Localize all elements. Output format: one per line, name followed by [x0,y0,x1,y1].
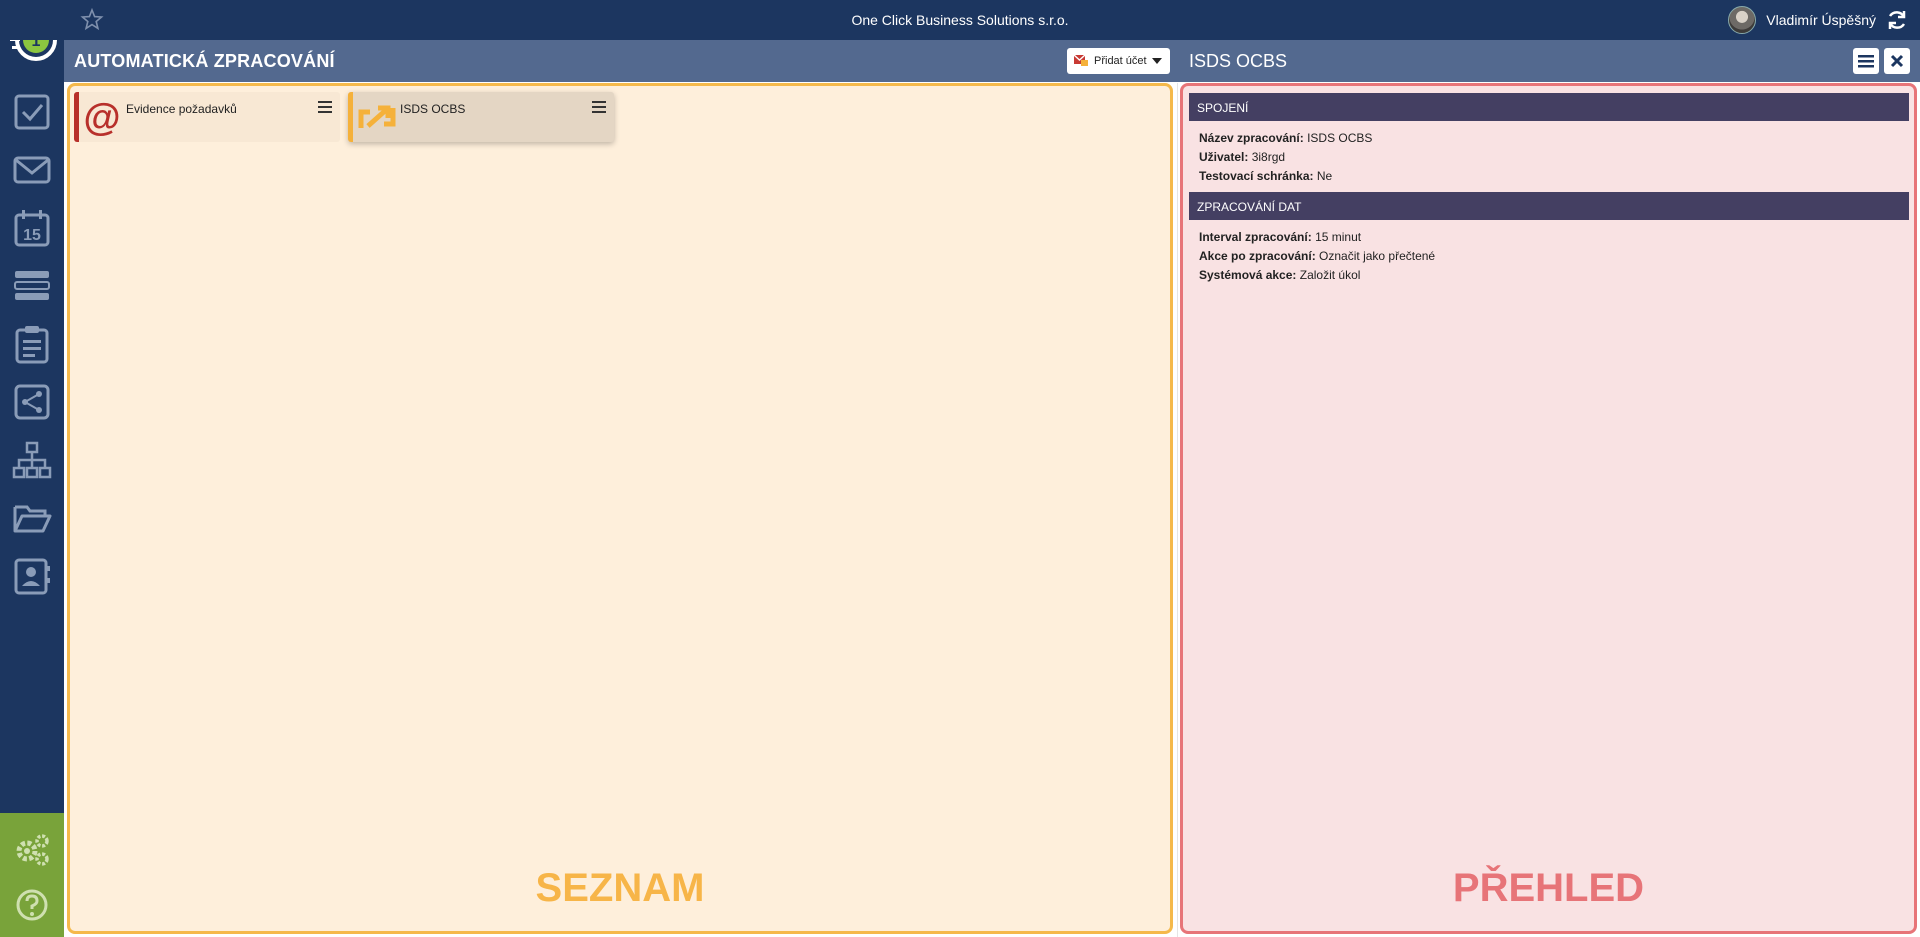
automation-list-panel: @ Evidence požadavků ISDS OCBS SEZNAM [67,83,1173,934]
section-connection-header: SPOJENÍ [1189,93,1909,121]
list-item-isds[interactable]: ISDS OCBS [348,92,614,142]
module-header: AUTOMATICKÁ ZPRACOVÁNÍ Přidat účet ISDS … [64,40,1920,82]
add-account-button[interactable]: Přidat účet [1067,48,1170,74]
clipboard-icon[interactable] [12,324,52,364]
field-user: Uživatel: 3i8rgd [1199,150,1286,164]
card-name: ISDS OCBS [400,102,466,116]
settings-gears-icon[interactable] [12,829,52,869]
refresh-icon[interactable] [1886,9,1908,31]
top-bar: One Click Business Solutions s.r.o. Vlad… [0,0,1920,40]
tasks-check-icon[interactable] [12,92,52,132]
card-menu-icon[interactable] [318,101,332,113]
user-menu[interactable]: Vladimír Úspěšný [1728,6,1876,34]
card-color-bar [74,92,79,142]
workflow-icon[interactable] [12,382,52,422]
card-name: Evidence požadavků [126,102,237,116]
add-account-label: Přidat účet [1094,55,1147,67]
close-icon [1890,54,1904,68]
field-interval: Interval zpracování: 15 minut [1199,230,1362,244]
records-list-icon[interactable] [12,266,52,306]
field-test-mailbox: Testovací schránka: Ne [1199,169,1333,183]
avatar [1728,6,1757,34]
sidebar: 1 15 [0,0,64,937]
section-data-processing-header: ZPRACOVÁNÍ DAT [1189,192,1909,220]
contacts-icon[interactable] [12,556,52,596]
company-name: One Click Business Solutions s.r.o. [851,12,1069,28]
at-sign-icon: @ [83,97,120,139]
list-watermark: SEZNAM [535,866,705,910]
card-color-bar [348,92,353,142]
folder-open-icon[interactable] [12,498,52,538]
mail-icon[interactable] [12,150,52,190]
detail-watermark: PŘEHLED [1452,866,1645,910]
page-title: AUTOMATICKÁ ZPRACOVÁNÍ [74,51,335,71]
org-chart-icon[interactable] [12,440,52,480]
list-item-evidence[interactable]: @ Evidence požadavků [74,92,340,142]
isds-arrow-icon [358,100,396,134]
close-detail-button[interactable] [1884,48,1910,74]
detail-title: ISDS OCBS [1189,51,1288,71]
user-name: Vladimír Úspěšný [1766,12,1876,28]
mailbox-icon [1073,52,1089,71]
calendar-day: 15 [23,227,41,244]
sidebar-bottom [0,813,64,937]
field-system-action: Systémová akce: Založit úkol [1199,268,1361,282]
detail-panel: SPOJENÍ Název zpracování: ISDS OCBS Uživ… [1180,83,1917,934]
field-processing-name: Název zpracování: ISDS OCBS [1199,131,1373,145]
svg-text:@: @ [84,97,120,137]
field-after-action: Akce po zpracování: Označit jako přečten… [1199,249,1436,263]
hamburger-icon [1858,55,1874,68]
card-menu-icon[interactable] [592,101,606,113]
help-icon[interactable] [12,885,52,925]
panel-divider[interactable] [1177,83,1178,937]
detail-menu-button[interactable] [1853,48,1879,74]
calendar-icon[interactable]: 15 [12,208,52,248]
caret-down-icon [1151,58,1162,64]
